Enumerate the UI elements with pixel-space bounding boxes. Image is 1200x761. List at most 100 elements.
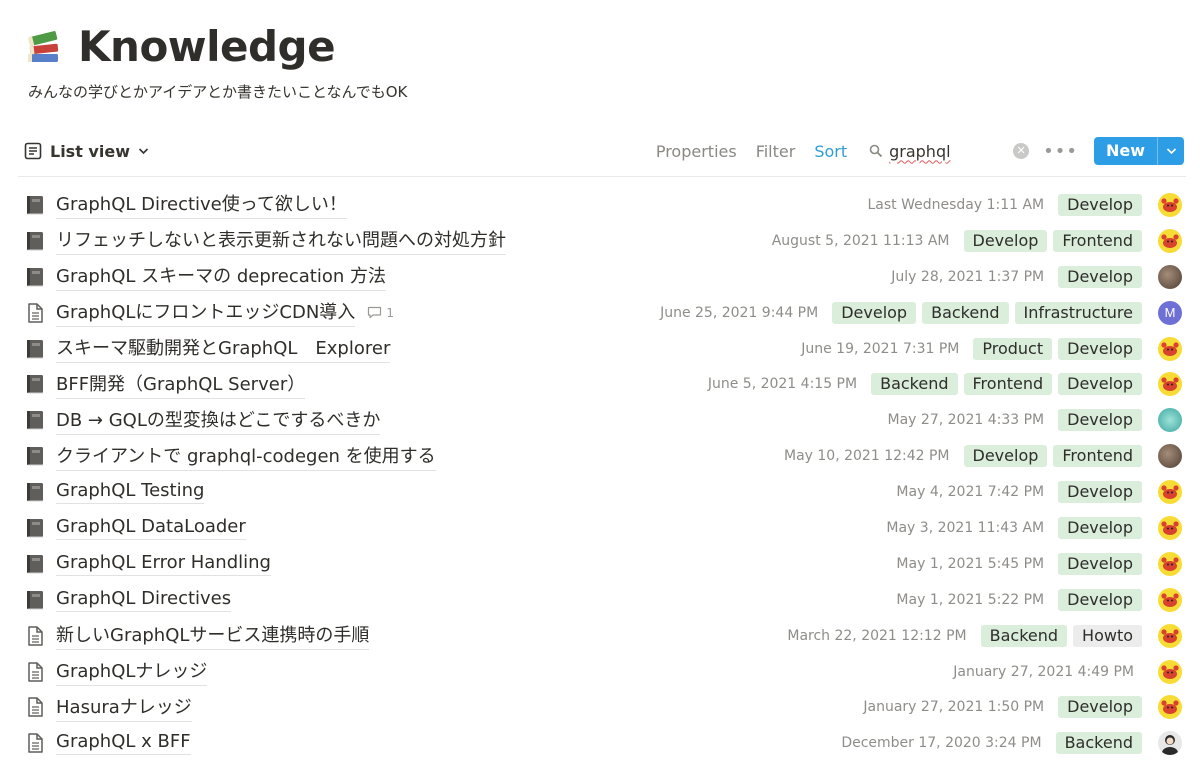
tag-badge: Develop: [963, 229, 1048, 252]
avatar[interactable]: [1158, 515, 1182, 540]
avatar[interactable]: [1158, 587, 1182, 612]
list-item[interactable]: GraphQLにフロントエッジCDN導入 1 June 25, 2021 9:44 …: [18, 295, 1186, 331]
book-icon: [27, 375, 43, 394]
new-dropdown-icon[interactable]: [1157, 137, 1184, 165]
page-title-link[interactable]: クライアントで graphql-codegen を使用する: [56, 442, 436, 471]
avatar[interactable]: [1158, 731, 1182, 756]
list-item[interactable]: DB → GQLの型変換はどこでするべきか May 27, 2021 4:33 P…: [18, 402, 1186, 438]
avatar[interactable]: [1158, 659, 1182, 684]
avatar[interactable]: [1158, 444, 1182, 469]
page-title-link[interactable]: GraphQL Testing: [56, 480, 205, 505]
row-properties: June 5, 2021 4:15 PM Backend Frontend Devel…: [707, 372, 1186, 397]
page-title-link[interactable]: GraphQLにフロントエッジCDN導入: [56, 298, 356, 328]
row-properties: January 27, 2021 1:50 PM Develop: [863, 695, 1186, 720]
page-title-link[interactable]: 新しいGraphQLサービス連携時の手順: [56, 621, 370, 651]
list-item[interactable]: GraphQL DataLoader May 3, 2021 11:43 AM De…: [18, 510, 1186, 546]
new-button[interactable]: New: [1093, 137, 1184, 165]
created-time: May 4, 2021 7:42 PM: [896, 484, 1045, 501]
page-title-link[interactable]: BFF開発（GraphQL Server）: [56, 370, 306, 399]
avatar[interactable]: [1158, 695, 1182, 720]
row-properties: March 22, 2021 12:12 PM Backend Howto: [787, 623, 1186, 648]
created-time: December 17, 2020 3:24 PM: [841, 735, 1042, 752]
tag-badge: Develop: [963, 445, 1048, 468]
list-item[interactable]: GraphQL Testing May 4, 2021 7:42 PM Develo…: [18, 474, 1186, 510]
avatar[interactable]: [1158, 623, 1182, 648]
list-item[interactable]: GraphQL Error Handling May 1, 2021 5:45 P…: [18, 546, 1186, 582]
list-item[interactable]: クライアントで graphql-codegen を使用する May 10, 202…: [18, 438, 1186, 474]
page-title-link[interactable]: GraphQL スキーマの deprecation 方法: [56, 262, 386, 292]
avatar[interactable]: M: [1158, 300, 1182, 325]
more-options-icon[interactable]: •••: [1043, 141, 1078, 162]
tag-badge: Develop: [1058, 696, 1142, 719]
tag-badge: Backend: [980, 624, 1068, 647]
tag-badge: Develop: [1058, 516, 1142, 539]
avatar[interactable]: [1158, 372, 1182, 397]
search-icon: [869, 144, 883, 158]
properties-button[interactable]: Properties: [656, 142, 737, 161]
tag-badge: Infrastructure: [1014, 301, 1142, 324]
row-properties: May 27, 2021 4:33 PM Develop: [888, 408, 1186, 433]
search-input[interactable]: graphql: [889, 142, 1013, 161]
comment-icon: [368, 307, 382, 319]
search-field[interactable]: graphql ✕: [869, 142, 1030, 161]
page-title-link[interactable]: DB → GQLの型変換はどこでするべきか: [56, 406, 381, 435]
avatar[interactable]: [1158, 480, 1182, 505]
sort-button[interactable]: Sort: [814, 142, 847, 161]
document-icon: [28, 302, 43, 323]
tag-badge: Develop: [1058, 409, 1142, 432]
clear-search-icon[interactable]: ✕: [1013, 143, 1030, 159]
view-switcher[interactable]: List view: [24, 142, 149, 161]
book-icon: [27, 411, 43, 430]
avatar[interactable]: [1158, 192, 1182, 217]
page-description[interactable]: みんなの学びとかアイデアとか書きたいことなんでもOK: [28, 81, 407, 102]
book-icon: [27, 518, 43, 538]
comment-count[interactable]: 1: [367, 306, 394, 320]
tag-badge: Backend: [871, 373, 958, 396]
book-icon: [27, 195, 43, 215]
toolbar-divider: [18, 176, 1186, 177]
books-icon[interactable]: [24, 27, 64, 67]
list-item[interactable]: 新しいGraphQLサービス連携時の手順 March 22, 2021 12:12…: [18, 618, 1186, 654]
page-title-link[interactable]: GraphQL Error Handling: [56, 552, 271, 576]
tag-badge: Product: [973, 337, 1053, 360]
row-properties: May 1, 2021 5:22 PM Develop: [896, 587, 1186, 612]
comment-count-value: 1: [386, 305, 394, 320]
list-item[interactable]: リフェッチしないと表示更新されない問題への対処方針 August 5, 2021 …: [18, 223, 1186, 259]
created-time: May 3, 2021 11:43 AM: [886, 519, 1045, 536]
row-properties: Last Wednesday 1:11 AM Develop: [867, 192, 1186, 217]
page-title-link[interactable]: GraphQL DataLoader: [56, 516, 246, 540]
list-item[interactable]: GraphQLナレッジ January 27, 2021 4:49 PM: [18, 654, 1186, 690]
tag-badge: Develop: [1058, 193, 1142, 216]
tag-badge: Howto: [1073, 624, 1142, 647]
database-toolbar: List view Properties Filter Sort graphql…: [24, 133, 1184, 169]
created-time: March 22, 2021 12:12 PM: [787, 627, 967, 644]
page-title-link[interactable]: GraphQLナレッジ: [56, 657, 208, 687]
page-title-link[interactable]: GraphQL Directive使って欲しい！: [56, 190, 347, 220]
book-icon: [27, 554, 43, 574]
list-item[interactable]: GraphQL Directives May 1, 2021 5:22 PM Dev…: [18, 582, 1186, 618]
page-title-link[interactable]: リフェッチしないと表示更新されない問題への対処方針: [56, 226, 506, 256]
list-item[interactable]: GraphQL Directive使って欲しい！ Last Wednesday 1…: [18, 187, 1186, 223]
list-item[interactable]: Hasuraナレッジ January 27, 2021 1:50 PM Develo…: [18, 689, 1186, 725]
page-title[interactable]: Knowledge: [78, 22, 336, 71]
created-time: May 1, 2021 5:45 PM: [896, 555, 1045, 572]
list-item[interactable]: GraphQL スキーマの deprecation 方法 July 28, 202…: [18, 259, 1186, 295]
list-item[interactable]: BFF開発（GraphQL Server） June 5, 2021 4:15 P…: [18, 366, 1186, 402]
avatar-initial: M: [1164, 305, 1176, 321]
tag-badge: Develop: [832, 301, 917, 324]
avatar[interactable]: [1158, 551, 1182, 576]
avatar[interactable]: [1158, 336, 1182, 361]
page-title-link[interactable]: Hasuraナレッジ: [56, 693, 192, 722]
avatar[interactable]: [1158, 264, 1182, 289]
page-title-link[interactable]: スキーマ駆動開発とGraphQL Explorer: [56, 334, 391, 363]
page-title-link[interactable]: GraphQL Directives: [56, 588, 232, 612]
list-item[interactable]: GraphQL x BFF December 17, 2020 3:24 PM Ba…: [18, 725, 1186, 761]
row-properties: July 28, 2021 1:37 PM Develop: [891, 264, 1186, 289]
document-icon: [28, 661, 43, 682]
list-item[interactable]: スキーマ駆動開発とGraphQL Explorer June 19, 2021 7…: [18, 331, 1186, 367]
created-time: June 5, 2021 4:15 PM: [707, 376, 858, 393]
page-title-link[interactable]: GraphQL x BFF: [56, 731, 191, 756]
avatar[interactable]: [1158, 228, 1182, 253]
filter-button[interactable]: Filter: [756, 142, 796, 161]
avatar[interactable]: [1158, 408, 1182, 433]
